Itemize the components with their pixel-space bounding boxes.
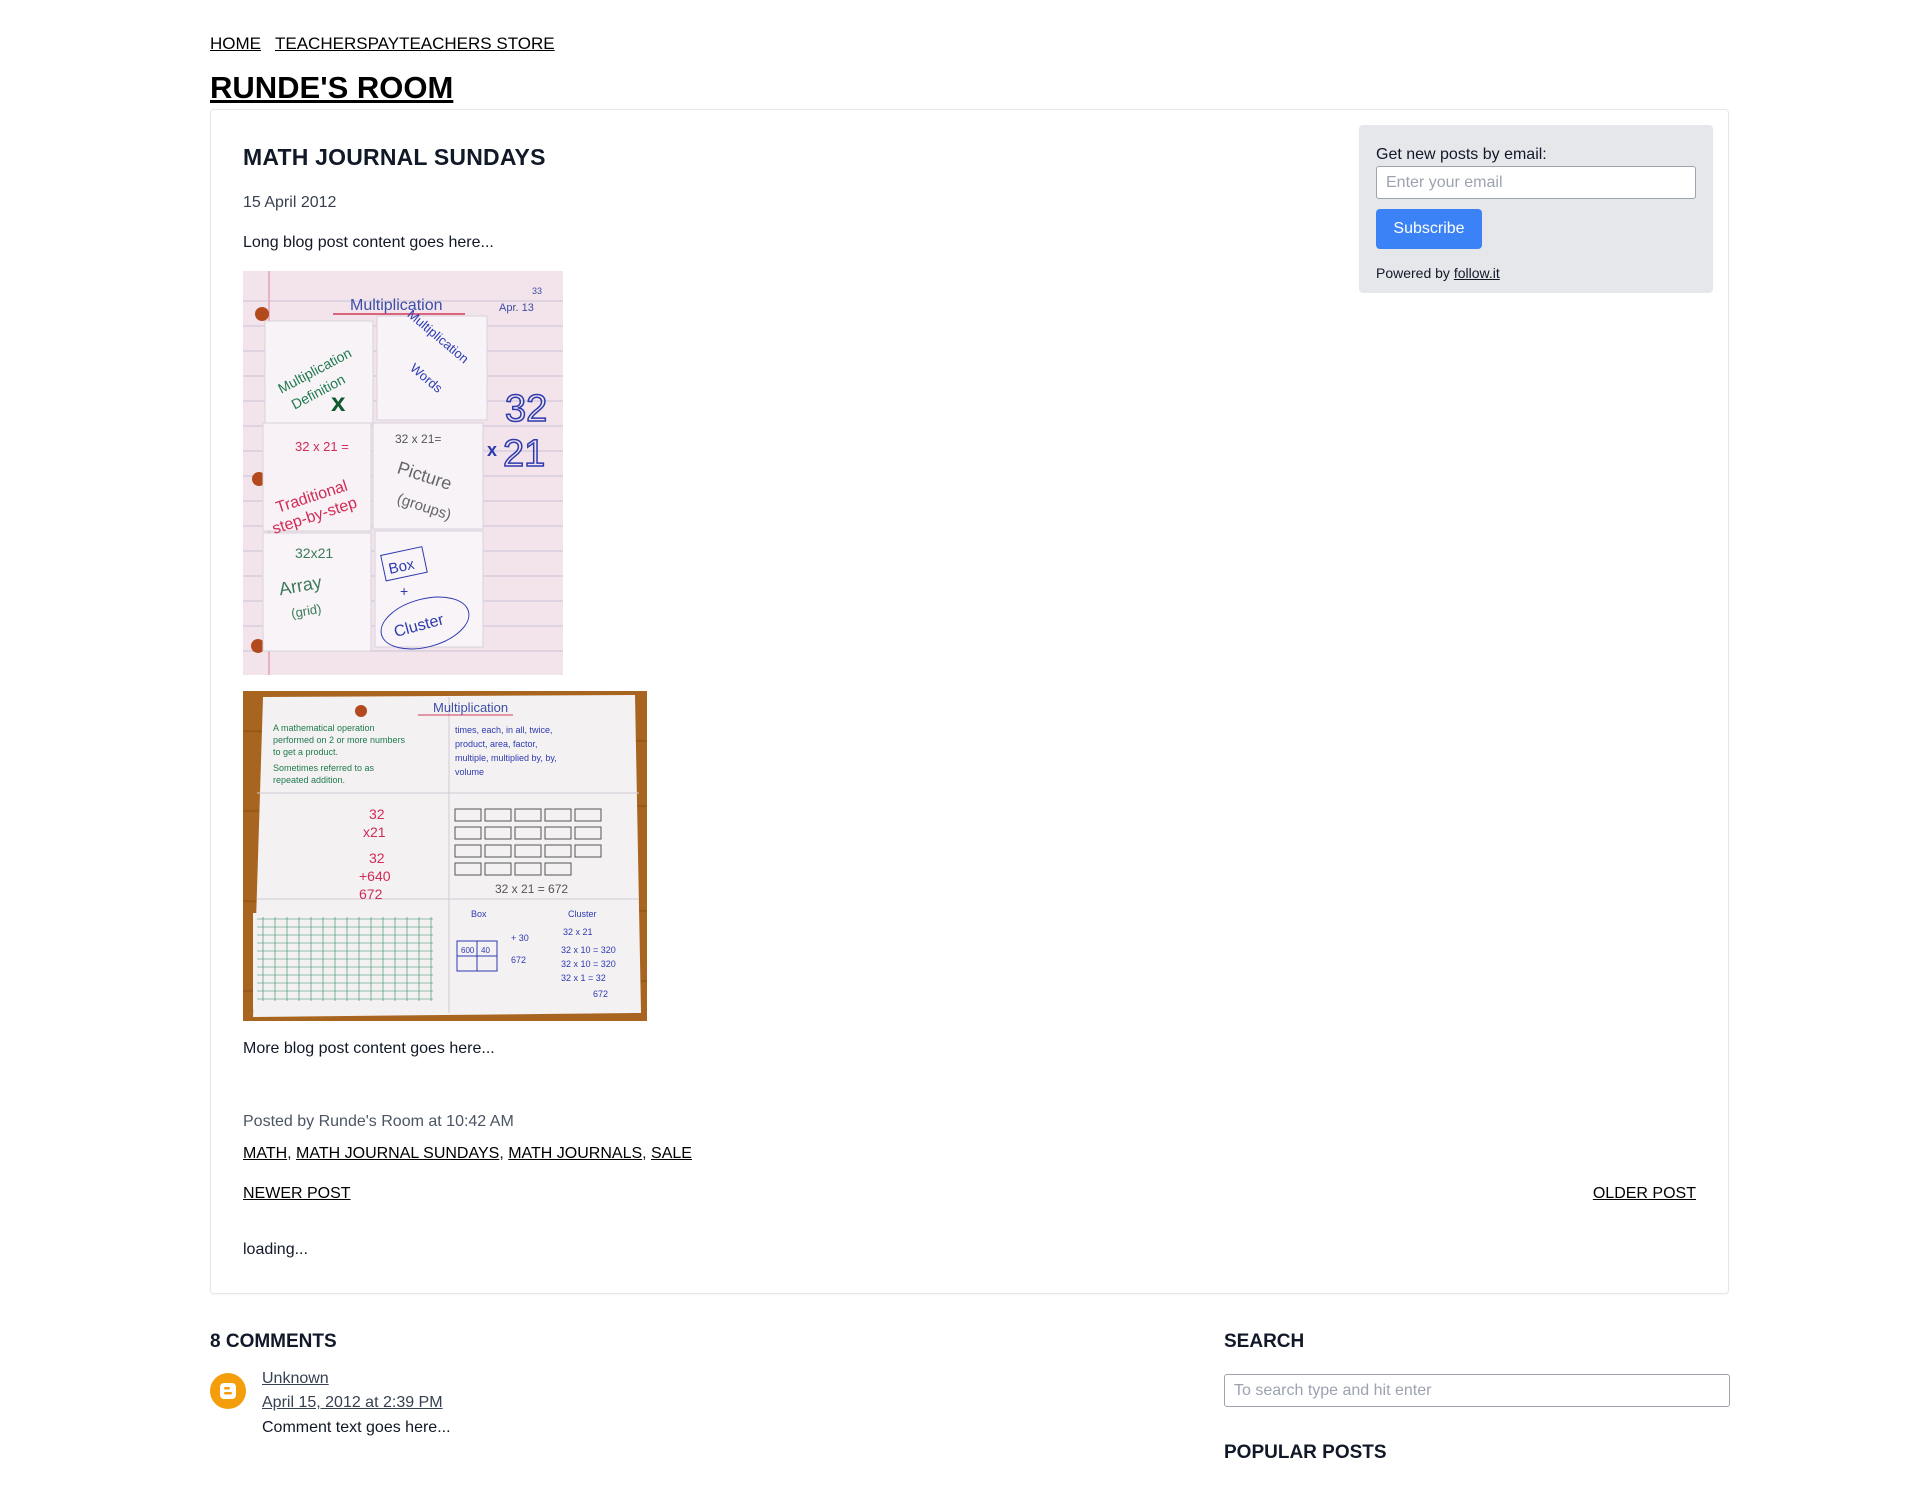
svg-text:performed on 2 or more numbers: performed on 2 or more numbers: [273, 735, 406, 745]
photo2-page-title: Multiplication: [433, 700, 508, 715]
svg-text:32: 32: [369, 850, 385, 866]
follow-it-link[interactable]: follow.it: [1454, 265, 1500, 281]
svg-text:x21: x21: [363, 824, 386, 840]
comment-author: Unknown: [262, 1370, 329, 1388]
comment-date: April 15, 2012 at 2:39 PM: [262, 1394, 443, 1412]
older-post-nav: OLDER POST: [1593, 1185, 1696, 1203]
svg-text:21: 21: [503, 433, 545, 475]
site-title: RUNDE'S ROOM: [210, 70, 453, 106]
label-link[interactable]: MATH JOURNALS: [508, 1145, 642, 1162]
older-post-link[interactable]: OLDER POST: [1593, 1185, 1696, 1202]
svg-text:600: 600: [461, 946, 475, 955]
math-journal-photo-2[interactable]: Multiplication A mathematical operation …: [243, 691, 647, 1021]
newer-post-nav: NEWER POST: [243, 1185, 351, 1203]
svg-text:product, area, factor,: product, area, factor,: [455, 739, 538, 749]
loading-text: loading...: [243, 1241, 308, 1258]
blogger-icon: [210, 1373, 246, 1409]
post-card: MATH JOURNAL SUNDAYS 15 April 2012 Long …: [210, 109, 1729, 1294]
svg-text:40: 40: [481, 946, 490, 955]
svg-text:A mathematical operation: A mathematical operation: [273, 723, 375, 733]
label-link[interactable]: SALE: [651, 1145, 692, 1162]
svg-text:32 x 21 =: 32 x 21 =: [295, 439, 349, 454]
svg-text:672: 672: [511, 955, 526, 965]
svg-text:32 x 21 = 672: 32 x 21 = 672: [495, 882, 568, 896]
photo1-page-title: Multiplication: [350, 297, 442, 314]
svg-text:32 x 1 = 32: 32 x 1 = 32: [561, 973, 606, 983]
svg-text:+ 30: + 30: [511, 933, 529, 943]
nav-store-link[interactable]: TEACHERSPAYTEACHERS STORE: [275, 34, 555, 53]
svg-text:32 x 10 = 320: 32 x 10 = 320: [561, 945, 616, 955]
svg-text:32 x 21: 32 x 21: [563, 927, 593, 937]
comment-author-link[interactable]: Unknown: [262, 1370, 329, 1387]
top-nav: HOME TEACHERSPAYTEACHERS STORE: [210, 34, 569, 54]
svg-text:32 x 21=: 32 x 21=: [395, 432, 441, 446]
label-link[interactable]: MATH JOURNAL SUNDAYS: [296, 1145, 499, 1162]
svg-text:times, each, in all, twice,: times, each, in all, twice,: [455, 725, 553, 735]
label-link[interactable]: MATH: [243, 1145, 287, 1162]
post-title: MATH JOURNAL SUNDAYS: [243, 144, 546, 170]
svg-text:672: 672: [593, 989, 608, 999]
newer-post-link[interactable]: NEWER POST: [243, 1185, 351, 1202]
post-outro-text: More blog post content goes here...: [243, 1040, 495, 1057]
powered-by: Powered by follow.it: [1376, 265, 1500, 281]
search-input[interactable]: [1224, 1374, 1730, 1407]
svg-text:x: x: [487, 440, 497, 460]
math-journal-photo-1[interactable]: Multiplication Apr. 13 33 Multiplication…: [243, 271, 563, 675]
photo1-page-number: 33: [532, 286, 542, 296]
svg-text:32x21: 32x21: [295, 545, 333, 561]
post-meta: Posted by Runde's Room at 10:42 AM: [243, 1113, 514, 1130]
nav-home-link[interactable]: HOME: [210, 34, 261, 53]
comment-date-link[interactable]: April 15, 2012 at 2:39 PM: [262, 1394, 443, 1411]
svg-text:Sometimes referred to as: Sometimes referred to as: [273, 763, 375, 773]
popular-posts-title: POPULAR POSTS: [1224, 1442, 1387, 1463]
comments-title: 8 COMMENTS: [210, 1331, 337, 1352]
post-intro-text: Long blog post content goes here...: [243, 234, 494, 251]
subscribe-label: Get new posts by email:: [1376, 146, 1547, 163]
svg-text:+: +: [400, 583, 408, 599]
svg-text:repeated addition.: repeated addition.: [273, 775, 345, 785]
svg-text:32 x 10 = 320: 32 x 10 = 320: [561, 959, 616, 969]
email-input[interactable]: [1376, 166, 1696, 199]
svg-text:32: 32: [369, 806, 385, 822]
site-title-link[interactable]: RUNDE'S ROOM: [210, 70, 453, 105]
email-subscribe-widget: Get new posts by email: Subscribe Powere…: [1359, 125, 1713, 293]
comment-text: Comment text goes here...: [262, 1419, 451, 1436]
svg-text:32: 32: [505, 388, 547, 430]
svg-text:multiple, multiplied by, by,: multiple, multiplied by, by,: [455, 753, 557, 763]
search-title: SEARCH: [1224, 1331, 1305, 1352]
svg-text:to get a product.: to get a product.: [273, 747, 338, 757]
post-date: 15 April 2012: [243, 194, 337, 211]
svg-text:volume: volume: [455, 767, 484, 777]
svg-text:Box: Box: [471, 909, 487, 919]
svg-text:+640: +640: [359, 868, 391, 884]
post-labels: MATH, MATH JOURNAL SUNDAYS, MATH JOURNAL…: [243, 1145, 692, 1162]
svg-text:Cluster: Cluster: [568, 909, 597, 919]
subscribe-button[interactable]: Subscribe: [1376, 209, 1482, 249]
svg-text:x: x: [331, 387, 346, 417]
svg-text:672: 672: [359, 886, 383, 902]
powered-by-prefix: Powered by: [1376, 265, 1450, 281]
photo1-page-date: Apr. 13: [499, 302, 534, 314]
